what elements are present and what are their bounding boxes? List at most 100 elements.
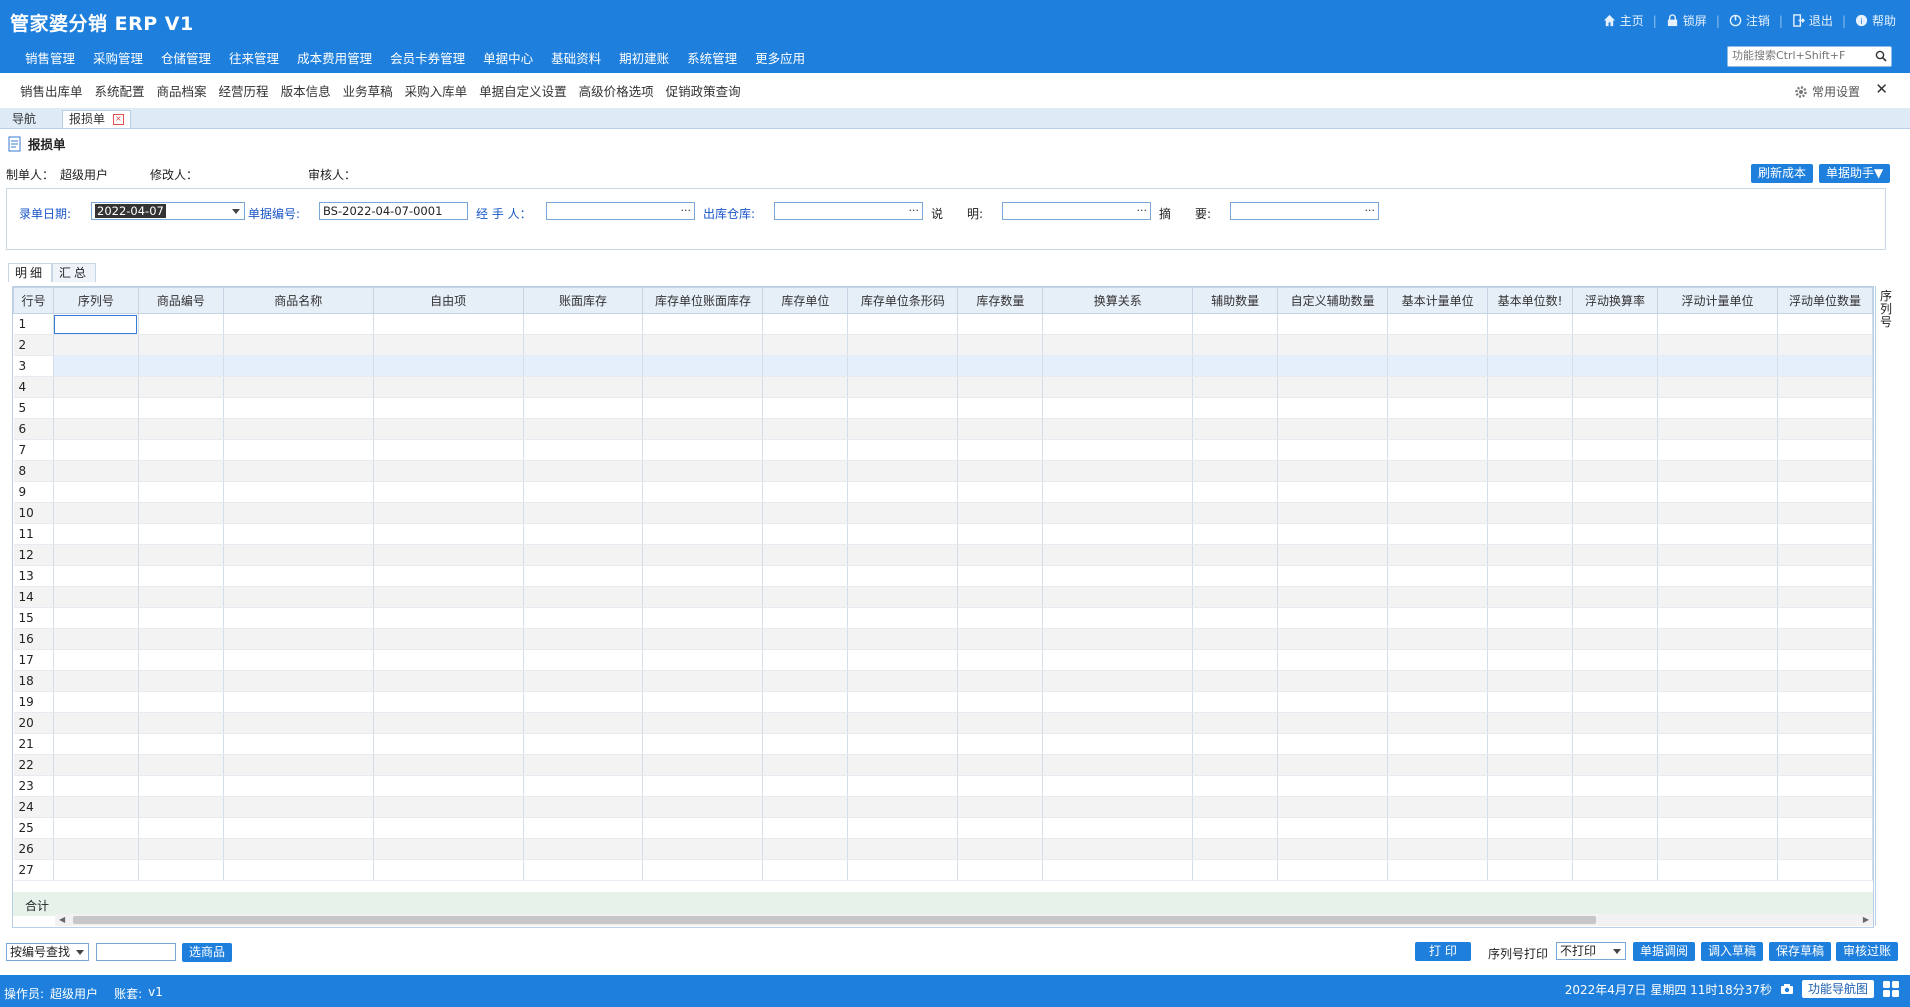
grid-cell[interactable]	[53, 607, 139, 629]
grid-cell[interactable]	[762, 607, 849, 629]
column-header[interactable]: 库存单位	[762, 287, 849, 314]
grid-cell[interactable]	[1192, 355, 1279, 377]
grid-cell[interactable]	[373, 691, 524, 713]
grid-cell[interactable]	[1487, 439, 1574, 461]
grid-cell[interactable]	[1277, 817, 1389, 839]
grid-cell[interactable]	[957, 649, 1044, 671]
grid-cell[interactable]	[1387, 859, 1489, 881]
grid-cell[interactable]	[523, 733, 644, 755]
grid-cell[interactable]	[1572, 481, 1658, 503]
tab-navigation[interactable]: 导航	[6, 111, 42, 128]
grid-cell[interactable]	[373, 670, 524, 692]
grid-cell[interactable]	[138, 376, 224, 398]
grid-cell[interactable]	[1487, 523, 1574, 545]
table-row[interactable]: 17	[13, 649, 1873, 671]
grid-cell[interactable]	[1192, 418, 1279, 440]
grid-cell[interactable]	[53, 796, 139, 818]
grid-cell[interactable]	[1387, 481, 1489, 503]
grid-cell[interactable]	[373, 733, 524, 755]
grid-cell[interactable]	[847, 817, 959, 839]
shortcut-drafts[interactable]: 业务草稿	[337, 81, 399, 100]
ellipsis-icon[interactable]: ···	[909, 203, 920, 219]
grid-cell[interactable]	[1042, 502, 1194, 524]
grid-cell[interactable]	[847, 733, 959, 755]
grid-cell[interactable]	[138, 502, 224, 524]
nav-opening[interactable]: 期初建账	[610, 48, 678, 67]
grid-cell[interactable]	[138, 439, 224, 461]
grid-cell[interactable]	[1387, 565, 1489, 587]
column-header[interactable]: 库存数量	[957, 287, 1044, 314]
grid-cell[interactable]	[138, 313, 224, 335]
grid-cell[interactable]	[1777, 502, 1873, 524]
grid-cell[interactable]	[642, 376, 764, 398]
grid-cell[interactable]	[1572, 691, 1658, 713]
grid-cell[interactable]	[1487, 313, 1574, 335]
grid-cell[interactable]	[1387, 376, 1489, 398]
grid-cell[interactable]	[1192, 691, 1279, 713]
column-header[interactable]: 辅助数量	[1192, 287, 1279, 314]
ellipsis-icon[interactable]: ···	[1137, 203, 1148, 219]
grid-cell[interactable]	[1657, 754, 1778, 776]
document-assistant-button[interactable]: 单据助手▼	[1819, 164, 1891, 183]
grid-cell[interactable]	[642, 313, 764, 335]
grid-cell[interactable]	[1487, 334, 1574, 356]
grid-cell[interactable]	[1042, 817, 1194, 839]
grid-cell[interactable]	[1192, 859, 1279, 881]
grid-cell[interactable]	[1487, 565, 1574, 587]
grid-cell[interactable]	[1192, 754, 1279, 776]
grid-cell[interactable]	[223, 586, 374, 608]
grid-cell[interactable]	[1777, 523, 1873, 545]
grid-cell[interactable]	[1042, 670, 1194, 692]
grid-cell[interactable]	[223, 838, 374, 860]
common-settings-button[interactable]: 常用设置	[1794, 83, 1860, 100]
grid-cell[interactable]	[1192, 565, 1279, 587]
grid-cell[interactable]	[1572, 565, 1658, 587]
grid-cell[interactable]	[223, 628, 374, 650]
table-row[interactable]: 8	[13, 460, 1873, 482]
grid-cell[interactable]	[1277, 649, 1389, 671]
grid-cell[interactable]	[1277, 628, 1389, 650]
grid-cell[interactable]	[1572, 712, 1658, 734]
grid-cell[interactable]	[138, 334, 224, 356]
grid-cell[interactable]	[138, 355, 224, 377]
grid-cell[interactable]	[373, 775, 524, 797]
grid-cell[interactable]	[373, 817, 524, 839]
grid-cell[interactable]	[1277, 439, 1389, 461]
grid-cell[interactable]	[1042, 439, 1194, 461]
scroll-left-icon[interactable]: ◀	[59, 915, 65, 924]
shortcut-goods[interactable]: 商品档案	[151, 81, 213, 100]
grid-cell[interactable]	[642, 355, 764, 377]
table-row[interactable]: 16	[13, 628, 1873, 650]
grid-cell[interactable]	[223, 481, 374, 503]
grid-cell[interactable]	[1572, 376, 1658, 398]
grid-cell[interactable]	[1192, 523, 1279, 545]
grid-cell[interactable]	[523, 859, 644, 881]
grid-cell[interactable]	[762, 565, 849, 587]
table-row[interactable]: 21	[13, 733, 1873, 755]
grid-cell[interactable]	[1387, 649, 1489, 671]
grid-cell[interactable]	[138, 775, 224, 797]
grid-cell[interactable]	[523, 565, 644, 587]
grid-cell[interactable]	[223, 334, 374, 356]
grid-cell[interactable]	[642, 796, 764, 818]
column-header[interactable]: 商品名称	[222, 287, 374, 314]
grid-cell[interactable]	[762, 670, 849, 692]
lock-link[interactable]: 锁屏	[1666, 12, 1707, 29]
grid-cell[interactable]	[53, 523, 139, 545]
number-field[interactable]: BS-2022-04-07-0001	[319, 202, 468, 220]
grid-cell[interactable]	[1387, 523, 1489, 545]
grid-cell[interactable]	[957, 859, 1044, 881]
column-header[interactable]: 商品编号	[137, 287, 224, 314]
grid-cell[interactable]	[1572, 649, 1658, 671]
grid-cell[interactable]	[957, 397, 1044, 419]
grid-cell[interactable]	[138, 523, 224, 545]
column-header[interactable]: 序列号	[52, 287, 139, 314]
home-link[interactable]: 主页	[1603, 12, 1644, 29]
grid-cell[interactable]	[1487, 607, 1574, 629]
grid-cell[interactable]	[1042, 691, 1194, 713]
chevron-down-icon[interactable]	[232, 209, 240, 214]
grid-cell[interactable]	[847, 355, 959, 377]
grid-cell[interactable]	[847, 460, 959, 482]
grid-cell[interactable]	[957, 418, 1044, 440]
grid-cell[interactable]	[523, 712, 644, 734]
